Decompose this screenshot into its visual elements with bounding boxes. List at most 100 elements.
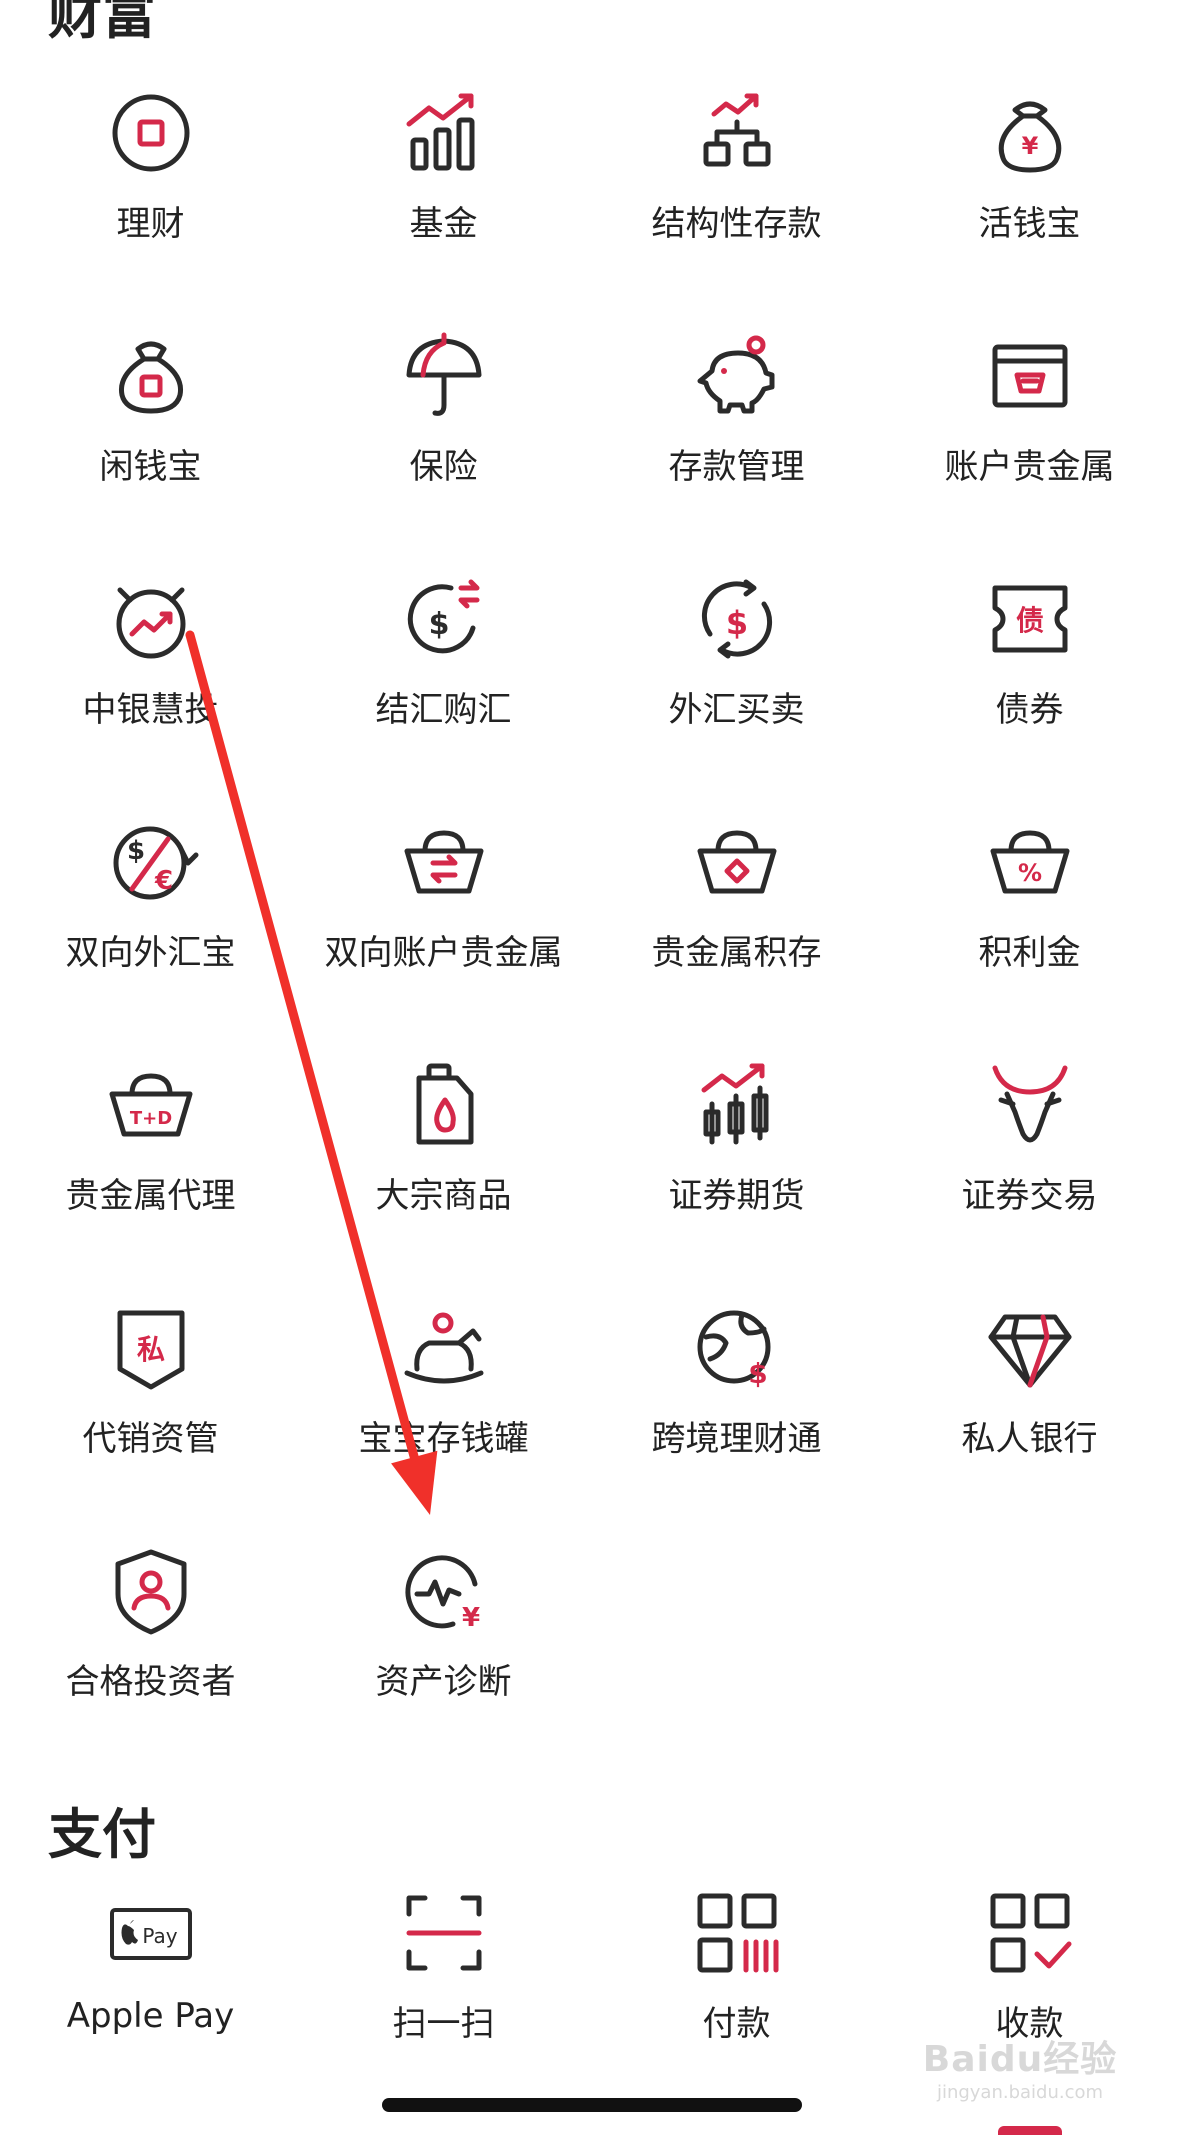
- wealth-tile[interactable]: ¥ 活钱宝: [883, 60, 1176, 303]
- apple-pay-icon: Pay: [106, 1888, 196, 1978]
- ingot-percent-icon: %: [985, 817, 1075, 907]
- piggy-bank-icon: [692, 331, 782, 421]
- svg-text:€: €: [153, 866, 172, 896]
- bond-ticket-icon: 债: [985, 574, 1075, 664]
- wealth-tile-label: 代销资管: [82, 1419, 219, 1459]
- bond-ticket-glyph: 债: [1015, 604, 1043, 637]
- wealth-tile[interactable]: $ 跨境理财通: [590, 1275, 883, 1518]
- globe-dollar-icon: $: [692, 1303, 782, 1393]
- wealth-tile-label: 证券期货: [668, 1176, 805, 1216]
- wealth-tile[interactable]: 私代销资管: [4, 1275, 297, 1518]
- coin-square-icon: [106, 88, 196, 178]
- wealth-tile-label: 活钱宝: [978, 204, 1081, 244]
- wealth-tile-label: 外汇买卖: [668, 690, 805, 730]
- ingot-diamond-icon: [692, 817, 782, 907]
- payment-grid: Pay Apple Pay 扫一扫 付款 收款: [4, 1860, 1179, 2103]
- section-title-wealth: 财富: [48, 0, 156, 46]
- svg-text:$: $: [126, 836, 144, 866]
- wealth-tile[interactable]: 结构性存款: [590, 60, 883, 303]
- wealth-tile[interactable]: ¥ 资产诊断: [297, 1518, 590, 1761]
- wealth-tile[interactable]: 债债券: [883, 546, 1176, 789]
- wealth-tile[interactable]: 证券交易: [883, 1032, 1176, 1275]
- money-bag-square-icon: [106, 331, 196, 421]
- ingot-tplusd-icon: T+D: [106, 1060, 196, 1150]
- wealth-tile[interactable]: 证券期货: [590, 1032, 883, 1275]
- pay-code-icon: [692, 1888, 782, 1978]
- wealth-tile[interactable]: 合格投资者: [4, 1518, 297, 1761]
- wealth-tile-label: 跨境理财通: [651, 1419, 822, 1459]
- wealth-tile[interactable]: 大宗商品: [297, 1032, 590, 1275]
- wealth-tile[interactable]: 双向账户贵金属: [297, 789, 590, 1032]
- private-shield-icon: 私: [106, 1303, 196, 1393]
- diamond-icon: [985, 1303, 1075, 1393]
- wealth-tile[interactable]: 基金: [297, 60, 590, 303]
- wealth-tile[interactable]: % 积利金: [883, 789, 1176, 1032]
- wealth-tile[interactable]: 宝宝存钱罐: [297, 1275, 590, 1518]
- wealth-tile-label: 贵金属代理: [65, 1176, 236, 1216]
- payment-tile[interactable]: Pay Apple Pay: [4, 1860, 297, 2103]
- ingot-percent-glyph: %: [1017, 859, 1041, 887]
- money-bag-yen-icon: ¥: [985, 88, 1075, 178]
- wealth-tile-label: 存款管理: [668, 447, 805, 487]
- wealth-tile[interactable]: 中银慧投: [4, 546, 297, 789]
- ingot-tplusd-glyph: T+D: [129, 1108, 171, 1129]
- wealth-tile-label: 结汇购汇: [375, 690, 512, 730]
- candlestick-icon: [692, 1060, 782, 1150]
- wealth-tile[interactable]: 账户贵金属: [883, 303, 1176, 546]
- wealth-tile-label: 合格投资者: [65, 1662, 236, 1702]
- structure-trend-icon: [692, 88, 782, 178]
- wealth-tile-label: 债券: [995, 690, 1064, 730]
- shield-user-icon: [106, 1546, 196, 1636]
- section-title-payment: 支付: [48, 1803, 156, 1866]
- wealth-tile-label: 资产诊断: [375, 1662, 512, 1702]
- alarm-trend-icon: [106, 574, 196, 664]
- wealth-tile[interactable]: 贵金属积存: [590, 789, 883, 1032]
- dollar-euro-icon: $ €: [106, 817, 198, 907]
- payment-tile[interactable]: 收款: [883, 1860, 1176, 2103]
- wealth-tile-label: 宝宝存钱罐: [358, 1419, 529, 1459]
- wealth-tile[interactable]: T+D 贵金属代理: [4, 1032, 297, 1275]
- wealth-tile[interactable]: 私人银行: [883, 1275, 1176, 1518]
- wealth-tile-label: 积利金: [978, 933, 1081, 973]
- wealth-tile-label: 双向账户贵金属: [324, 933, 563, 973]
- gold-card-icon: [985, 331, 1075, 421]
- svg-text:$: $: [725, 604, 747, 642]
- wealth-tile-label: 大宗商品: [375, 1176, 512, 1216]
- wealth-tile-label: 账户贵金属: [944, 447, 1115, 487]
- wealth-tile[interactable]: $ € 双向外汇宝: [4, 789, 297, 1032]
- bar-trend-icon: [399, 88, 489, 178]
- payment-tile[interactable]: 付款: [590, 1860, 883, 2103]
- umbrella-icon: [399, 331, 489, 421]
- payment-tile-label: Apple Pay: [66, 1996, 235, 2036]
- wealth-tile-label: 基金: [409, 204, 478, 244]
- wealth-tile[interactable]: $ 外汇买卖: [590, 546, 883, 789]
- wealth-grid: 理财 基金 结构性存款 ¥ 活钱宝闲钱宝 保险 存款管理 账户贵金属中银慧投 $ 结汇购汇 $ 外汇买…: [4, 60, 1179, 1761]
- dollar-exchange-icon: $: [399, 574, 489, 664]
- wealth-tile-label: 证券交易: [961, 1176, 1098, 1216]
- wealth-tile-label: 中银慧投: [82, 690, 219, 730]
- bull-icon: [985, 1060, 1075, 1150]
- wealth-tile[interactable]: 存款管理: [590, 303, 883, 546]
- scan-icon: [399, 1888, 489, 1978]
- payment-tile[interactable]: 扫一扫: [297, 1860, 590, 2103]
- receive-code-icon: [985, 1888, 1075, 1978]
- svg-text:¥: ¥: [1021, 132, 1038, 160]
- home-indicator[interactable]: [382, 2098, 802, 2112]
- wealth-tile[interactable]: $ 结汇购汇: [297, 546, 590, 789]
- payment-tile-label: 扫一扫: [392, 2004, 495, 2044]
- wealth-tile[interactable]: 闲钱宝: [4, 303, 297, 546]
- wealth-tile[interactable]: 保险: [297, 303, 590, 546]
- private-shield-glyph: 私: [136, 1333, 164, 1366]
- wealth-tile-label: 理财: [116, 204, 185, 244]
- svg-text:$: $: [428, 607, 449, 642]
- wealth-tile-label: 结构性存款: [651, 204, 822, 244]
- rocking-horse-icon: [399, 1303, 489, 1393]
- svg-text:¥: ¥: [461, 1603, 479, 1633]
- wealth-tile[interactable]: 理财: [4, 60, 297, 303]
- wealth-tile-label: 双向外汇宝: [65, 933, 236, 973]
- red-tab-edge: [998, 2126, 1062, 2135]
- svg-text:$: $: [748, 1357, 767, 1390]
- ingot-exchange-icon: [399, 817, 489, 907]
- pulse-yen-icon: ¥: [399, 1546, 489, 1636]
- dollar-cycle-icon: $: [692, 574, 782, 664]
